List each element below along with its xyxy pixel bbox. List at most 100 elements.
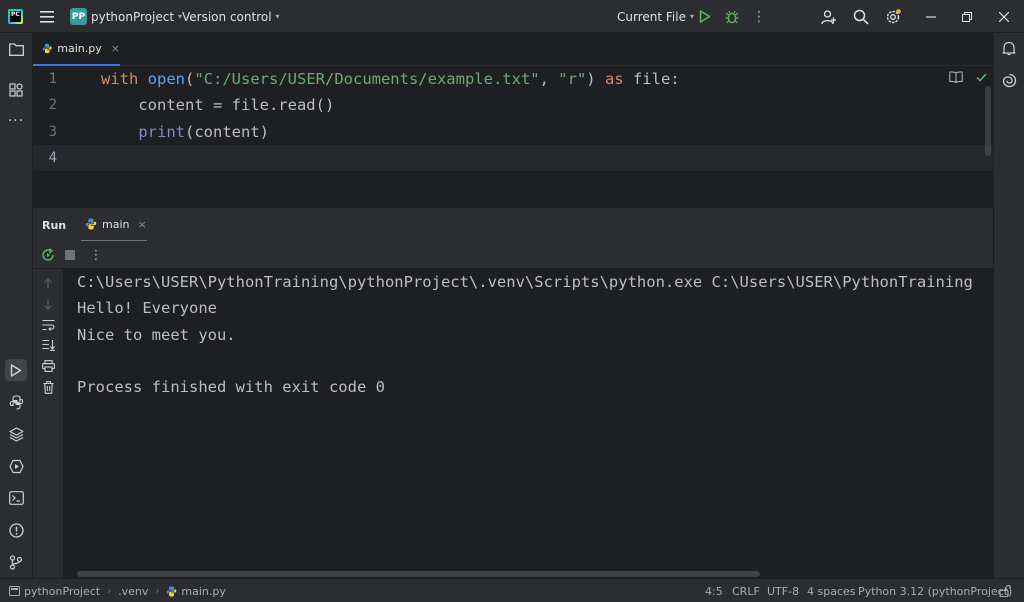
ai-assistant-button[interactable] xyxy=(999,70,1019,90)
app-logo-icon: PC xyxy=(8,0,26,33)
arrow-up-icon xyxy=(44,277,52,288)
services-tool-button[interactable] xyxy=(5,455,27,477)
file-encoding[interactable]: UTF-8 xyxy=(767,579,799,602)
terminal-icon xyxy=(8,491,24,505)
python-console-button[interactable] xyxy=(5,391,27,413)
clear-console-button[interactable] xyxy=(40,379,56,395)
rerun-button[interactable] xyxy=(40,247,56,263)
line-number: 1 xyxy=(48,71,57,87)
line-number: 4 xyxy=(48,150,57,166)
read-only-toggle[interactable] xyxy=(999,579,1011,602)
scroll-down-button[interactable] xyxy=(40,296,56,312)
close-icon xyxy=(999,11,1009,22)
problems-tool-button[interactable] xyxy=(5,519,27,541)
tab-main-py[interactable]: main.py × xyxy=(33,33,120,66)
vcs-selector[interactable]: Version control ▾ xyxy=(182,0,280,33)
scroll-to-end-button[interactable] xyxy=(40,337,56,353)
python-file-icon xyxy=(85,218,97,230)
soft-wrap-button[interactable] xyxy=(40,317,56,333)
rerun-icon xyxy=(42,248,54,261)
services-icon xyxy=(8,459,24,473)
terminal-tool-button[interactable] xyxy=(5,487,27,509)
git-branch-icon xyxy=(9,554,23,570)
main-menu-button[interactable] xyxy=(36,0,58,33)
close-window-button[interactable] xyxy=(997,0,1011,33)
vcs-tool-button[interactable] xyxy=(5,551,27,573)
tab-label: main.py xyxy=(57,42,102,55)
project-name: pythonProject xyxy=(91,9,175,24)
ai-assistant-icon xyxy=(1002,73,1016,87)
scroll-up-button[interactable] xyxy=(40,275,56,291)
caret-position[interactable]: 4:5 xyxy=(705,579,723,602)
run-config-label: Current File xyxy=(617,9,686,24)
console-line: Process finished with exit code 0 xyxy=(77,378,385,396)
run-tab-main[interactable]: main × xyxy=(81,208,147,242)
line-number: 2 xyxy=(48,97,57,113)
bell-icon xyxy=(1002,41,1016,55)
python-file-icon xyxy=(42,43,52,54)
settings-button[interactable] xyxy=(884,0,902,33)
breadcrumb-file[interactable]: main.py xyxy=(181,585,225,598)
right-tool-strip xyxy=(993,33,1024,578)
indent-setting[interactable]: 4 spaces xyxy=(807,579,856,602)
print-button[interactable] xyxy=(40,358,56,374)
reader-mode-button[interactable] xyxy=(949,70,963,84)
line-number-gutter: 1 2 3 4 xyxy=(33,66,99,207)
console-line: Nice to meet you. xyxy=(77,326,236,344)
notifications-button[interactable] xyxy=(999,38,1019,58)
project-tool-button[interactable] xyxy=(5,38,27,60)
unlock-icon xyxy=(999,585,1011,597)
editor-scrollbar[interactable] xyxy=(985,86,991,156)
run-panel-header: Run main × xyxy=(33,207,993,242)
more-horizontal-icon: ··· xyxy=(7,113,25,129)
run-console-output[interactable]: C:\Users\USER\PythonTraining\pythonProje… xyxy=(64,269,993,578)
more-actions-button[interactable]: ⋮ xyxy=(752,0,766,33)
gear-icon xyxy=(886,8,901,23)
code-line-1: with open("C:/Users/USER/Documents/examp… xyxy=(101,70,680,88)
trash-icon xyxy=(43,380,53,394)
layers-icon xyxy=(8,426,24,442)
structure-tool-button[interactable] xyxy=(5,79,27,101)
folder-icon xyxy=(8,42,24,56)
search-icon xyxy=(853,9,869,25)
debug-button[interactable] xyxy=(725,0,739,33)
restore-button[interactable] xyxy=(960,0,974,33)
run-config-selector[interactable]: Current File ▾ xyxy=(617,0,694,33)
stop-button[interactable] xyxy=(62,247,78,263)
inspection-status[interactable] xyxy=(974,70,988,84)
code-with-me-button[interactable] xyxy=(820,0,838,33)
bug-icon xyxy=(725,10,739,23)
console-line: Hello! Everyone xyxy=(77,299,217,317)
python-packages-button[interactable] xyxy=(5,423,27,445)
current-line-highlight xyxy=(33,145,993,171)
chevron-down-icon: ▾ xyxy=(275,12,280,21)
status-bar: pythonProject › .venv › main.py 4:5 CRLF… xyxy=(0,578,1024,602)
console-line: C:\Users\USER\PythonTraining\pythonProje… xyxy=(77,273,973,291)
tab-close-button[interactable]: × xyxy=(111,42,120,55)
code-line-2: content = file.read() xyxy=(101,96,335,114)
run-more-button[interactable]: ⋮ xyxy=(88,247,104,263)
run-panel-title: Run xyxy=(42,218,67,232)
soft-wrap-icon xyxy=(42,319,54,331)
minimize-button[interactable] xyxy=(924,0,938,33)
run-toolbar: ⋮ xyxy=(33,241,993,269)
python-interpreter[interactable]: Python 3.12 (pythonProject) xyxy=(858,579,1012,602)
line-separator[interactable]: CRLF xyxy=(732,579,760,602)
run-tab-close-button[interactable]: × xyxy=(137,218,146,231)
more-tools-button[interactable]: ··· xyxy=(5,110,27,132)
project-badge[interactable]: PP xyxy=(70,0,87,33)
code-editor[interactable]: 1 2 3 4 with open("C:/Users/USER/Documen… xyxy=(33,66,993,207)
search-everywhere-button[interactable] xyxy=(852,0,870,33)
play-icon xyxy=(699,10,711,23)
more-vertical-icon: ⋮ xyxy=(89,247,103,263)
scroll-to-end-icon xyxy=(42,339,55,351)
breadcrumb-venv[interactable]: .venv xyxy=(118,585,148,598)
run-button[interactable] xyxy=(698,0,712,33)
more-vertical-icon: ⋮ xyxy=(752,8,766,25)
console-horizontal-scrollbar[interactable] xyxy=(77,571,760,577)
breadcrumb-project[interactable]: pythonProject xyxy=(24,585,100,598)
title-bar: PC PP pythonProject ▾ Version control ▾ … xyxy=(0,0,1024,33)
structure-icon xyxy=(9,83,23,97)
project-selector[interactable]: pythonProject ▾ xyxy=(91,0,182,33)
run-tool-button[interactable] xyxy=(5,359,27,381)
